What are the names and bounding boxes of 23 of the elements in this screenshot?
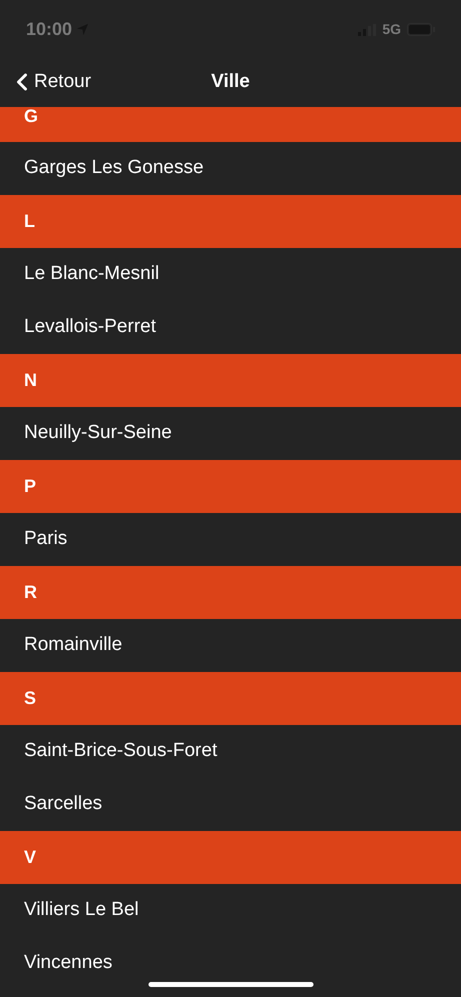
city-item[interactable]: Vincennes [0,937,461,990]
section-header: P [0,460,461,513]
city-item[interactable]: Sarcelles [0,778,461,831]
back-button[interactable]: Retour [0,68,92,96]
section-header: G [0,107,461,142]
city-item[interactable]: Paris [0,513,461,566]
section-header: R [0,566,461,619]
city-item[interactable]: Villiers Le Bel [0,884,461,937]
city-item[interactable]: Saint-Brice-Sous-Foret [0,725,461,778]
section-header: L [0,195,461,248]
section-header: N [0,354,461,407]
city-item[interactable]: Romainville [0,619,461,672]
signal-icon [358,24,376,36]
section-header: S [0,672,461,725]
city-item[interactable]: Garges Les Gonesse [0,142,461,195]
city-item[interactable]: Levallois-Perret [0,301,461,354]
city-item[interactable]: Neuilly-Sur-Seine [0,407,461,460]
city-item[interactable]: Le Blanc-Mesnil [0,248,461,301]
screen-title: Ville [211,70,250,94]
section-header: V [0,831,461,884]
network-label: 5G [382,20,401,39]
status-time: 10:00 [26,18,72,41]
battery-icon [407,23,435,36]
